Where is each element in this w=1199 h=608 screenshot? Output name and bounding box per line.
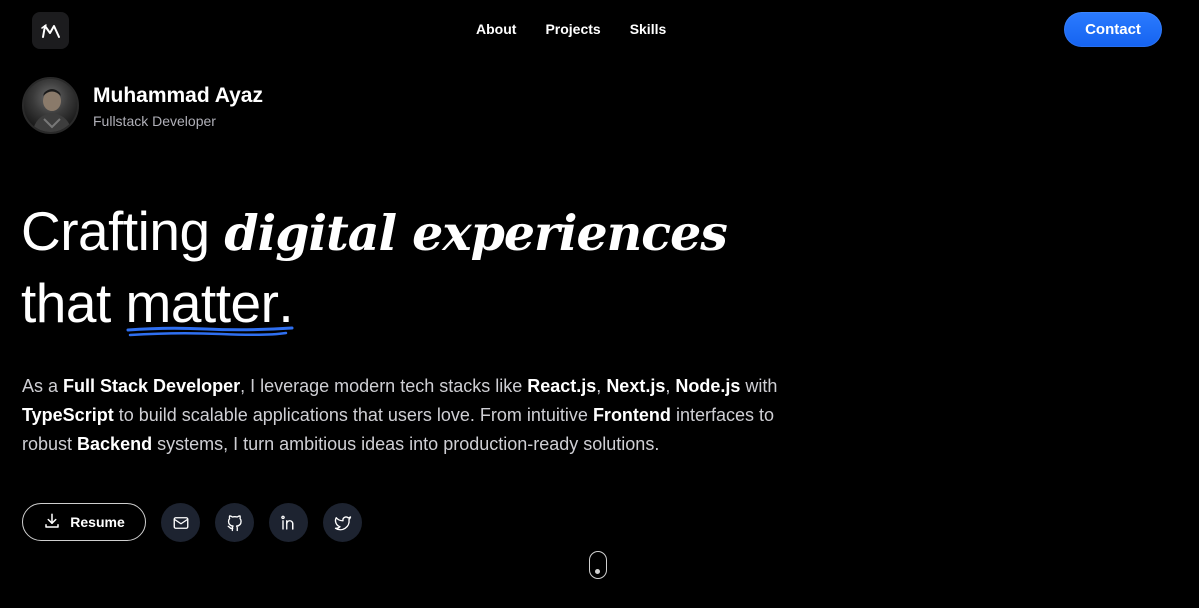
desc-bold: Node.js	[675, 376, 741, 396]
desc-bold: React.js	[527, 376, 597, 396]
mail-icon[interactable]	[161, 503, 200, 542]
resume-label: Resume	[70, 514, 125, 530]
nav-link-about[interactable]: About	[476, 20, 516, 38]
desc-bold: Next.js	[606, 376, 666, 396]
hero-description: As a Full Stack Developer, I leverage mo…	[22, 372, 812, 459]
desc-text: systems, I turn ambitious ideas into pro…	[152, 434, 660, 454]
scroll-indicator-icon[interactable]	[589, 551, 607, 579]
desc-text: , I leverage modern tech stacks like	[240, 376, 528, 396]
profile-name: Muhammad Ayaz	[93, 84, 263, 107]
scroll-dot	[595, 569, 600, 574]
desc-bold: Full Stack Developer	[63, 376, 241, 396]
m-logo-icon[interactable]	[32, 12, 69, 49]
download-icon	[43, 512, 61, 533]
underline-scribble-icon	[126, 326, 294, 337]
contact-button[interactable]: Contact	[1064, 12, 1162, 47]
hero-headline: Crafting digital experiences that matter…	[21, 196, 728, 338]
headline-plain-2: that	[21, 272, 126, 334]
headline-emphasis: digital experiences	[224, 204, 727, 262]
nav-link-projects[interactable]: Projects	[545, 20, 600, 38]
portfolio-page: About Projects Skills Contact Muhammad A…	[0, 0, 1199, 608]
twitter-icon[interactable]	[323, 503, 362, 542]
avatar	[22, 77, 79, 134]
resume-button[interactable]: Resume	[22, 503, 146, 541]
desc-text: to build scalable applications that user…	[113, 405, 593, 425]
headline-plain-1: Crafting	[21, 200, 225, 262]
desc-bold: Backend	[77, 434, 153, 454]
desc-text: As a	[22, 376, 64, 396]
desc-text: with	[740, 376, 778, 396]
desc-text: ,	[596, 376, 607, 396]
nav-link-skills[interactable]: Skills	[630, 20, 667, 38]
desc-text: ,	[665, 376, 676, 396]
top-nav: About Projects Skills	[476, 20, 666, 38]
profile-role: Fullstack Developer	[93, 113, 216, 129]
github-icon[interactable]	[215, 503, 254, 542]
desc-bold: TypeScript	[22, 405, 114, 425]
linkedin-icon[interactable]	[269, 503, 308, 542]
desc-bold: Frontend	[592, 405, 671, 425]
